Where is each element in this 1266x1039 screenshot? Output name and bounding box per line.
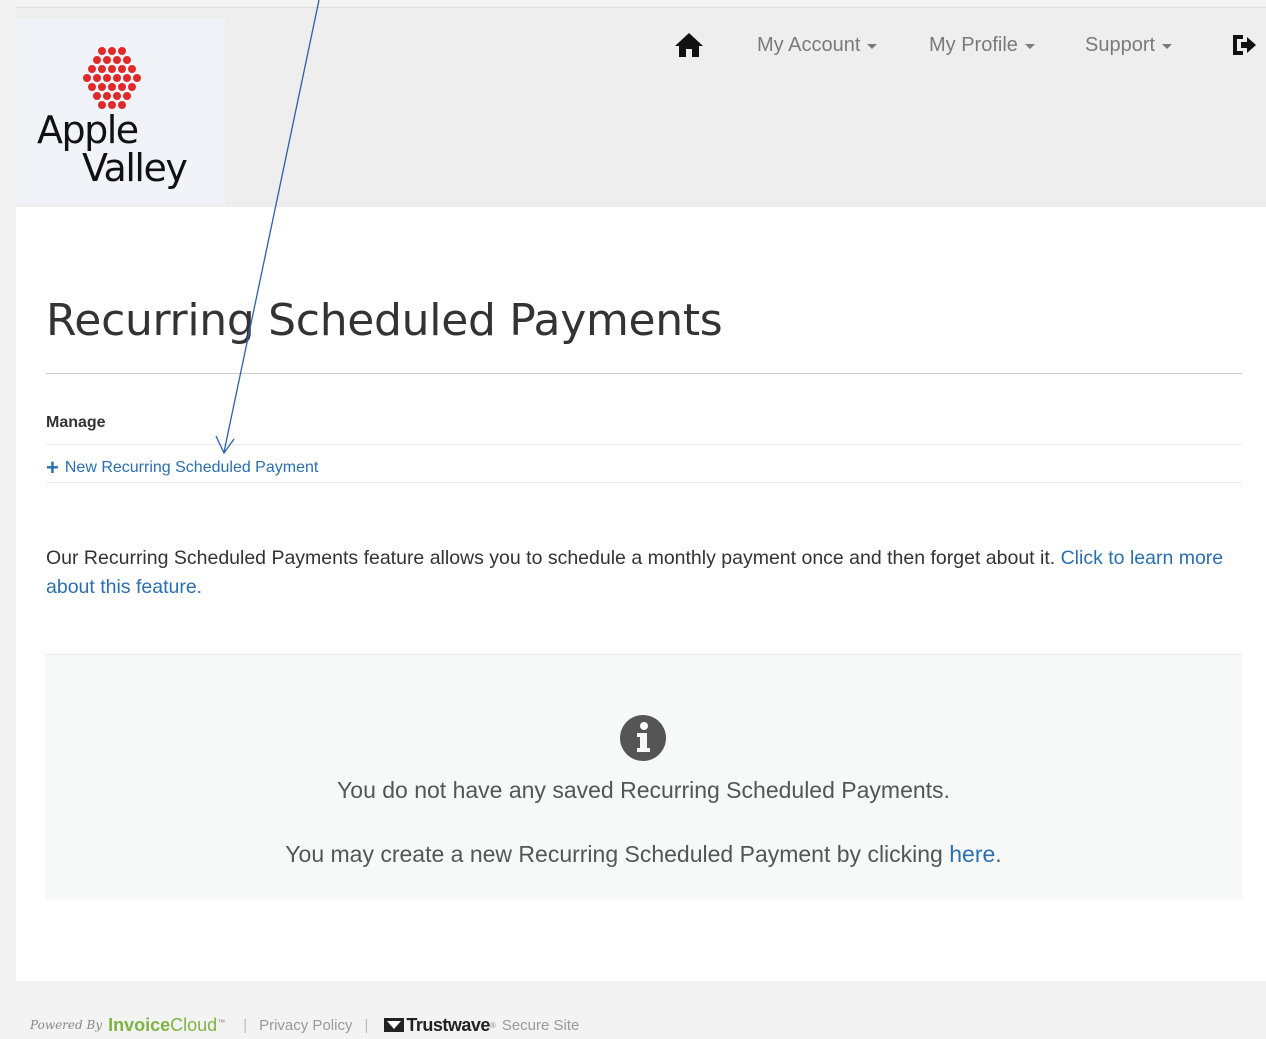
trustwave-seal[interactable]: Trustwave ® Secure Site xyxy=(384,1015,579,1036)
nav-logout[interactable] xyxy=(1230,30,1258,60)
trustwave-trademark: ® xyxy=(489,1020,496,1030)
title-divider xyxy=(46,373,1242,374)
nav-support[interactable]: Support xyxy=(1085,30,1173,60)
invoicecloud-brand-light: Cloud xyxy=(170,1014,218,1035)
footer: Powered By InvoiceCloud™ | Privacy Polic… xyxy=(30,1012,579,1038)
logo-text-valley: Valley xyxy=(82,146,188,190)
sign-out-icon[interactable] xyxy=(1230,32,1258,58)
nav-my-account[interactable]: My Account xyxy=(757,30,878,60)
my-account-dropdown[interactable]: My Account xyxy=(757,33,878,57)
header-bar: Apple Valley My Account My Profile Suppo… xyxy=(16,7,1266,208)
manage-divider-top xyxy=(46,444,1242,445)
create-here-link[interactable]: here xyxy=(949,841,995,867)
plus-icon: + xyxy=(46,455,59,480)
info-icon xyxy=(620,715,666,761)
support-dropdown[interactable]: Support xyxy=(1085,33,1173,57)
powered-by-label: Powered By xyxy=(30,1018,103,1032)
footer-separator: | xyxy=(243,1016,248,1034)
feature-description-text: Our Recurring Scheduled Payments feature… xyxy=(46,547,1061,569)
invoicecloud-trademark: ™ xyxy=(217,1017,226,1027)
manage-heading: Manage xyxy=(46,414,106,431)
support-label: Support xyxy=(1085,33,1156,56)
main-content: Recurring Scheduled Payments Manage + Ne… xyxy=(16,207,1266,981)
create-hint: You may create a new Recurring Scheduled… xyxy=(45,841,1242,868)
new-recurring-payment-link[interactable]: + New Recurring Scheduled Payment xyxy=(46,455,319,480)
page-title: Recurring Scheduled Payments xyxy=(46,295,723,346)
create-hint-text: You may create a new Recurring Scheduled… xyxy=(285,841,950,867)
privacy-policy-link[interactable]: Privacy Policy xyxy=(259,1017,352,1034)
my-account-label: My Account xyxy=(757,33,861,56)
caret-down-icon xyxy=(1024,43,1035,49)
secure-site-label: Secure Site xyxy=(501,1016,580,1034)
footer-separator: | xyxy=(364,1016,369,1034)
logo-text-apple: Apple xyxy=(37,108,139,152)
invoicecloud-brand-bold: Invoice xyxy=(108,1014,171,1035)
logo-dots-icon xyxy=(83,47,141,109)
manage-divider-bottom xyxy=(46,482,1242,483)
invoicecloud-logo[interactable]: InvoiceCloud™ xyxy=(108,1015,225,1036)
new-recurring-payment-label: New Recurring Scheduled Payment xyxy=(64,459,319,476)
trustwave-label: Trustwave xyxy=(406,1014,490,1035)
caret-down-icon xyxy=(867,43,878,49)
home-icon[interactable] xyxy=(674,32,704,58)
apple-valley-logo[interactable]: Apple Valley xyxy=(16,19,225,203)
empty-state-message: You do not have any saved Recurring Sche… xyxy=(337,777,950,803)
create-hint-suffix: . xyxy=(995,841,1002,867)
feature-description: Our Recurring Scheduled Payments feature… xyxy=(46,544,1246,602)
trustwave-logo-icon xyxy=(384,1018,405,1032)
empty-state-panel: You do not have any saved Recurring Sche… xyxy=(45,654,1242,900)
caret-down-icon xyxy=(1162,43,1173,49)
nav-my-profile[interactable]: My Profile xyxy=(929,30,1035,60)
nav-home[interactable] xyxy=(674,30,704,60)
my-profile-dropdown[interactable]: My Profile xyxy=(929,34,1035,57)
my-profile-label: My Profile xyxy=(929,33,1018,56)
